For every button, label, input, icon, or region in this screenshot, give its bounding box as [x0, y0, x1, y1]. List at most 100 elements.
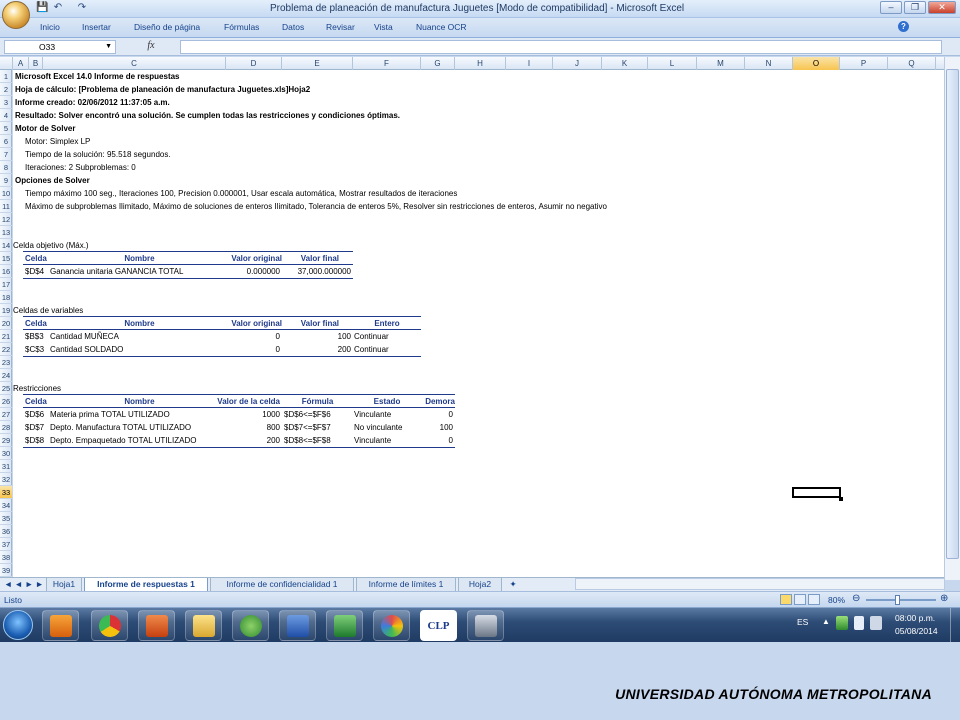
sheet-tab-active[interactable]: Informe de respuestas 1	[84, 578, 208, 592]
action-center-icon[interactable]	[854, 616, 864, 630]
volume-icon[interactable]	[870, 616, 882, 630]
network-icon[interactable]	[836, 616, 848, 630]
sheet-tab[interactable]: Informe de límites 1	[356, 578, 456, 592]
redo-icon[interactable]: ↷	[76, 2, 88, 14]
row-header[interactable]: 13	[0, 226, 12, 239]
sheet-tab[interactable]: Hoja1	[46, 578, 82, 592]
messenger-icon[interactable]	[232, 610, 269, 641]
name-box[interactable]: O33 ▼	[4, 40, 116, 54]
clock-date[interactable]: 05/08/2014	[895, 626, 938, 636]
column-header[interactable]: I	[506, 57, 553, 70]
row-header[interactable]: 31	[0, 460, 12, 473]
column-header[interactable]: D	[226, 57, 282, 70]
windows-start-icon[interactable]	[3, 610, 33, 640]
zoom-out-icon[interactable]: ⊖	[852, 593, 860, 604]
column-header[interactable]: G	[421, 57, 455, 70]
restore-icon[interactable]: ❐	[904, 1, 926, 14]
chrome-icon[interactable]	[91, 610, 128, 641]
row-header[interactable]: 26	[0, 395, 12, 408]
tray-expand-icon[interactable]: ▲	[822, 617, 830, 626]
page-break-view-icon[interactable]	[808, 594, 820, 605]
page-layout-view-icon[interactable]	[794, 594, 806, 605]
row-header[interactable]: 11	[0, 200, 12, 213]
row-header[interactable]: 7	[0, 148, 12, 161]
row-header[interactable]: 22	[0, 343, 12, 356]
column-header[interactable]: K	[602, 57, 648, 70]
row-header[interactable]: 27	[0, 408, 12, 421]
powerpoint-icon[interactable]	[138, 610, 175, 641]
office-button-icon[interactable]	[2, 1, 30, 29]
row-header[interactable]: 23	[0, 356, 12, 369]
word-icon[interactable]	[279, 610, 316, 641]
help-icon[interactable]: ?	[898, 21, 909, 32]
column-header[interactable]: M	[697, 57, 745, 70]
row-header[interactable]: 1	[0, 70, 12, 83]
tab-diseno[interactable]: Diseño de página	[134, 22, 200, 32]
column-header[interactable]: Q	[888, 57, 936, 70]
row-header[interactable]: 37	[0, 538, 12, 551]
column-header[interactable]: L	[648, 57, 697, 70]
formula-input[interactable]	[180, 40, 942, 54]
tab-nuance-ocr[interactable]: Nuance OCR	[416, 22, 467, 32]
row-header[interactable]: 24	[0, 369, 12, 382]
row-header[interactable]: 6	[0, 135, 12, 148]
row-header[interactable]: 15	[0, 252, 12, 265]
column-header-selected[interactable]: O	[793, 57, 840, 70]
fx-icon[interactable]: fx	[124, 40, 178, 54]
tab-revisar[interactable]: Revisar	[326, 22, 355, 32]
clp-app-icon[interactable]: CLP	[420, 610, 457, 641]
row-header[interactable]: 2	[0, 83, 12, 96]
file-explorer-icon[interactable]	[185, 610, 222, 641]
column-header[interactable]: A	[13, 57, 29, 70]
column-header[interactable]: E	[282, 57, 353, 70]
normal-view-icon[interactable]	[780, 594, 792, 605]
sheet-nav-arrows[interactable]: ◄◄►►	[4, 578, 44, 592]
clock-time[interactable]: 08:00 p.m.	[895, 613, 935, 623]
column-header[interactable]: C	[43, 57, 226, 70]
column-header[interactable]: J	[553, 57, 602, 70]
language-indicator[interactable]: ES	[797, 617, 808, 627]
row-header[interactable]: 36	[0, 525, 12, 538]
column-header[interactable]: B	[29, 57, 43, 70]
row-header[interactable]: 19	[0, 304, 12, 317]
row-header[interactable]: 32	[0, 473, 12, 486]
vertical-scrollbar[interactable]	[944, 57, 960, 580]
row-header[interactable]: 30	[0, 447, 12, 460]
sheet-tab[interactable]: Hoja2	[458, 578, 502, 592]
column-header[interactable]: P	[840, 57, 888, 70]
row-header[interactable]: 4	[0, 109, 12, 122]
row-header[interactable]: 29	[0, 434, 12, 447]
insert-sheet-icon[interactable]: ✦	[504, 578, 522, 592]
chevron-down-icon[interactable]: ▼	[105, 41, 112, 53]
row-header[interactable]: 16	[0, 265, 12, 278]
row-header[interactable]: 25	[0, 382, 12, 395]
close-icon[interactable]: ✕	[928, 1, 956, 14]
vertical-scroll-thumb[interactable]	[946, 69, 959, 559]
tab-datos[interactable]: Datos	[282, 22, 304, 32]
tab-vista[interactable]: Vista	[374, 22, 393, 32]
excel-icon[interactable]	[326, 610, 363, 641]
horizontal-scrollbar[interactable]	[575, 578, 945, 590]
select-all-corner[interactable]	[0, 57, 13, 70]
zoom-slider-thumb[interactable]	[895, 595, 900, 605]
row-header[interactable]: 14	[0, 239, 12, 252]
row-header[interactable]: 18	[0, 291, 12, 304]
row-header[interactable]: 38	[0, 551, 12, 564]
row-header[interactable]: 8	[0, 161, 12, 174]
column-header[interactable]: F	[353, 57, 421, 70]
row-header[interactable]: 9	[0, 174, 12, 187]
paint-icon[interactable]	[373, 610, 410, 641]
column-header[interactable]: N	[745, 57, 793, 70]
row-header[interactable]: 10	[0, 187, 12, 200]
fill-handle[interactable]	[839, 497, 843, 501]
sheet-tab[interactable]: Informe de confidencialidad 1	[210, 578, 354, 592]
tab-formulas[interactable]: Fórmulas	[224, 22, 259, 32]
minimize-icon[interactable]: –	[880, 1, 902, 14]
row-header[interactable]: 3	[0, 96, 12, 109]
row-header[interactable]: 12	[0, 213, 12, 226]
row-header[interactable]: 21	[0, 330, 12, 343]
active-cell[interactable]	[792, 487, 841, 498]
undo-icon[interactable]: ↶	[52, 2, 64, 14]
zoom-slider[interactable]	[866, 599, 936, 601]
column-header[interactable]: H	[455, 57, 506, 70]
